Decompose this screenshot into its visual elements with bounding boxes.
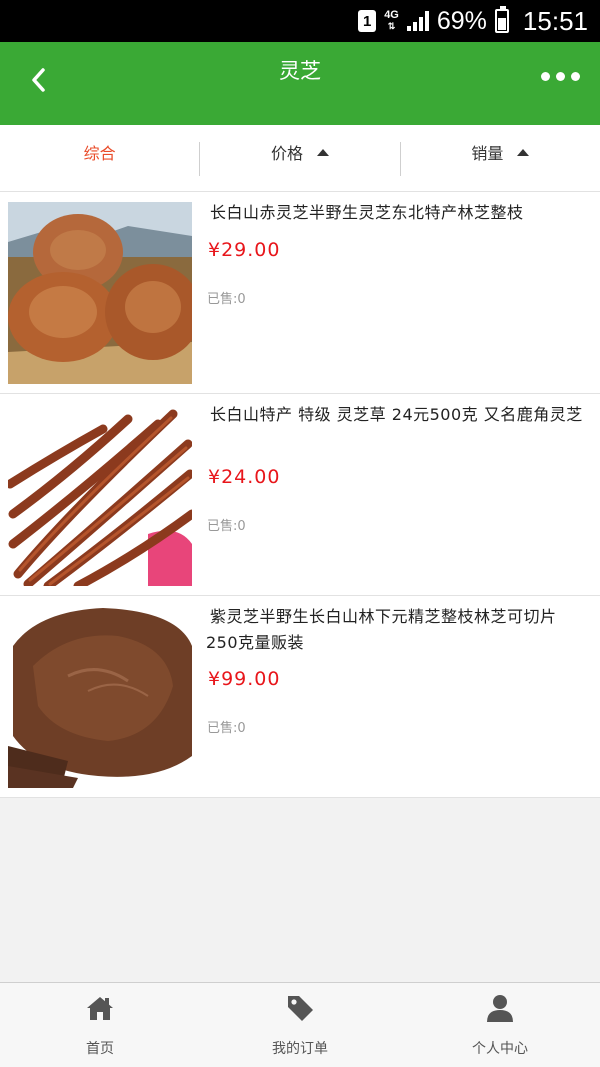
caret-up-icon [517, 148, 530, 156]
page-title: 灵芝 [279, 59, 321, 83]
more-button[interactable] [541, 72, 580, 81]
product-sold: 已售:0 [207, 292, 246, 307]
tab-label: 首页 [86, 1041, 114, 1057]
product-price: ¥99.00 [208, 668, 281, 690]
more-dots-icon [541, 72, 550, 81]
nav-bar: 灵芝 [0, 42, 600, 125]
tab-label: 我的订单 [272, 1041, 328, 1057]
tab-profile[interactable]: 个人中心 [400, 983, 600, 1067]
status-bar: 1 4G ⇅ 69% 15:51 [0, 0, 600, 42]
tab-bar: 首页 我的订单 个人中心 [0, 982, 600, 1067]
app-screen: 1 4G ⇅ 69% 15:51 灵芝 综合 价格 销量 长白山赤灵芝半野生灵芝… [0, 0, 600, 1067]
sim-indicator: 1 [358, 10, 377, 32]
product-item[interactable]: 长白山赤灵芝半野生灵芝东北特产林芝整枝 ¥29.00 已售:0 [0, 192, 600, 394]
sort-label: 销量 [471, 144, 504, 163]
sort-label: 价格 [270, 144, 303, 163]
product-list: 长白山赤灵芝半野生灵芝东北特产林芝整枝 ¥29.00 已售:0 长白山特产 特级… [0, 192, 600, 798]
sort-sales[interactable]: 销量 [401, 125, 600, 179]
product-image [8, 202, 192, 384]
tab-label: 个人中心 [472, 1041, 528, 1057]
product-image [8, 404, 192, 586]
network-label: 4G [384, 9, 399, 21]
product-image [8, 606, 192, 788]
product-price: ¥29.00 [208, 239, 281, 261]
battery-icon [494, 6, 509, 33]
caret-up-icon [317, 148, 329, 156]
signal-icon [406, 11, 429, 31]
sort-label: 综合 [83, 144, 116, 163]
sort-comprehensive[interactable]: 综合 [0, 125, 199, 179]
sort-bar: 综合 价格 销量 [0, 125, 600, 192]
product-name: 紫灵芝半野生长白山林下元精芝整枝林芝可切片250克量贩装 [206, 607, 557, 652]
product-name: 长白山赤灵芝半野生灵芝东北特产林芝整枝 [210, 203, 524, 222]
tab-home[interactable]: 首页 [0, 983, 200, 1067]
product-item[interactable]: 长白山特产 特级 灵芝草 24元500克 又名鹿角灵芝 ¥24.00 已售:0 [0, 394, 600, 596]
product-name: 长白山特产 特级 灵芝草 24元500克 又名鹿角灵芝 [210, 405, 583, 424]
battery-percent: 69% [436, 6, 487, 35]
clock: 15:51 [522, 5, 588, 36]
tag-icon [288, 996, 313, 1021]
product-item[interactable]: 紫灵芝半野生长白山林下元精芝整枝林芝可切片250克量贩装 ¥99.00 已售:0 [0, 596, 600, 798]
product-price: ¥24.00 [208, 466, 281, 488]
data-arrows-icon: ⇅ [387, 21, 396, 31]
network-indicator: 4G ⇅ [384, 10, 399, 32]
status-bar-right: 1 4G ⇅ 69% 15:51 [358, 0, 588, 42]
user-icon [487, 995, 513, 1022]
home-icon [87, 997, 113, 1020]
battery-fill [497, 18, 506, 30]
sort-price[interactable]: 价格 [200, 125, 399, 179]
tab-orders[interactable]: 我的订单 [200, 983, 400, 1067]
product-sold: 已售:0 [207, 721, 246, 736]
product-sold: 已售:0 [207, 519, 246, 534]
